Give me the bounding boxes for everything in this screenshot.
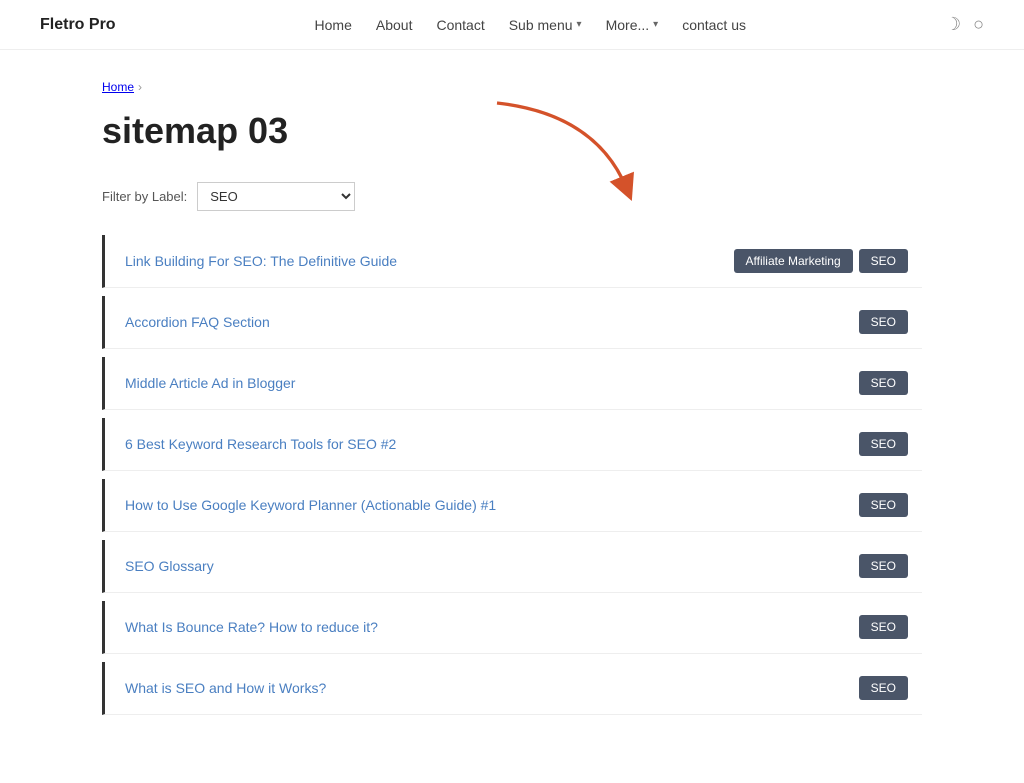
badge-seo[interactable]: SEO — [859, 432, 908, 456]
search-icon[interactable]: ○ — [973, 14, 984, 35]
filter-label: Filter by Label: — [102, 189, 187, 204]
article-item: Link Building For SEO: The Definitive Gu… — [102, 235, 922, 288]
article-title[interactable]: Middle Article Ad in Blogger — [125, 375, 295, 391]
article-badges: SEO — [859, 493, 908, 517]
nav-submenu[interactable]: Sub menu ▾ — [509, 17, 582, 33]
nav-more-link[interactable]: More... — [606, 17, 650, 33]
badge-seo[interactable]: SEO — [859, 249, 908, 273]
article-item: SEO Glossary SEO — [102, 540, 922, 593]
badge-seo[interactable]: SEO — [859, 493, 908, 517]
article-title[interactable]: What is SEO and How it Works? — [125, 680, 326, 696]
nav-contact-us[interactable]: contact us — [682, 17, 746, 33]
chevron-down-icon: ▾ — [653, 19, 658, 30]
badge-seo[interactable]: SEO — [859, 310, 908, 334]
breadcrumb-separator: › — [138, 80, 142, 94]
article-title[interactable]: What Is Bounce Rate? How to reduce it? — [125, 619, 378, 635]
article-title[interactable]: 6 Best Keyword Research Tools for SEO #2 — [125, 436, 396, 452]
filter-select[interactable]: SEO Affiliate Marketing All — [197, 182, 355, 211]
site-header: Fletro Pro Home About Contact Sub menu ▾… — [0, 0, 1024, 50]
breadcrumb: Home › — [102, 80, 922, 94]
site-logo: Fletro Pro — [40, 16, 116, 34]
header-icons: ☽ ○ — [945, 14, 984, 35]
article-badges: SEO — [859, 310, 908, 334]
main-content: Home › sitemap 03 Filter by Label: SEO A… — [62, 50, 962, 783]
badge-seo[interactable]: SEO — [859, 615, 908, 639]
chevron-down-icon: ▾ — [577, 19, 582, 30]
article-title[interactable]: Link Building For SEO: The Definitive Gu… — [125, 253, 397, 269]
page-title: sitemap 03 — [102, 110, 922, 152]
filter-row: Filter by Label: SEO Affiliate Marketing… — [102, 182, 922, 211]
nav-about[interactable]: About — [376, 17, 413, 33]
article-badges: SEO — [859, 615, 908, 639]
article-badges: SEO — [859, 554, 908, 578]
main-nav: Home About Contact Sub menu ▾ More... ▾ … — [315, 17, 747, 33]
article-badges: SEO — [859, 432, 908, 456]
breadcrumb-home[interactable]: Home — [102, 80, 134, 94]
badge-affiliate-marketing[interactable]: Affiliate Marketing — [734, 249, 853, 273]
article-list: Link Building For SEO: The Definitive Gu… — [102, 235, 922, 723]
article-title[interactable]: Accordion FAQ Section — [125, 314, 270, 330]
article-item: Middle Article Ad in Blogger SEO — [102, 357, 922, 410]
article-item: How to Use Google Keyword Planner (Actio… — [102, 479, 922, 532]
article-title[interactable]: How to Use Google Keyword Planner (Actio… — [125, 497, 496, 513]
nav-submenu-link[interactable]: Sub menu — [509, 17, 573, 33]
nav-contact[interactable]: Contact — [436, 17, 484, 33]
moon-icon[interactable]: ☽ — [945, 14, 961, 35]
article-badges: SEO — [859, 676, 908, 700]
badge-seo[interactable]: SEO — [859, 676, 908, 700]
article-item: What Is Bounce Rate? How to reduce it? SE… — [102, 601, 922, 654]
article-item: What is SEO and How it Works? SEO — [102, 662, 922, 715]
article-item: 6 Best Keyword Research Tools for SEO #2… — [102, 418, 922, 471]
article-badges: SEO — [859, 371, 908, 395]
article-item: Accordion FAQ Section SEO — [102, 296, 922, 349]
nav-more[interactable]: More... ▾ — [606, 17, 659, 33]
nav-home[interactable]: Home — [315, 17, 352, 33]
badge-seo[interactable]: SEO — [859, 554, 908, 578]
article-badges: Affiliate MarketingSEO — [734, 249, 909, 273]
article-title[interactable]: SEO Glossary — [125, 558, 214, 574]
badge-seo[interactable]: SEO — [859, 371, 908, 395]
